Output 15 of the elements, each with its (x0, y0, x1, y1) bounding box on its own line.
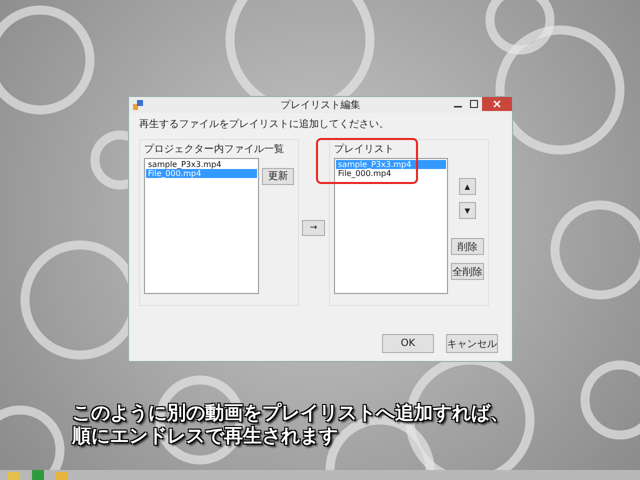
instruction-text: 再生するファイルをプレイリストに追加してください。 (139, 118, 390, 131)
cancel-button[interactable]: キャンセル (446, 334, 498, 353)
ok-button[interactable]: OK (382, 334, 434, 353)
caption-text: このように別の動画をプレイリストへ追加すれば、 順にエンドレスで再生されます (72, 402, 509, 448)
playlist-list[interactable]: sample_P3x3.mp4 File_000.mp4 (334, 158, 448, 294)
delete-all-button[interactable]: 全削除 (450, 263, 484, 280)
delete-button[interactable]: 削除 (450, 238, 484, 255)
group-label: プロジェクター内ファイル一覧 (144, 142, 285, 156)
window-title: プレイリスト編集 (280, 98, 362, 112)
add-button[interactable]: → (302, 220, 325, 236)
group-label: プレイリスト (334, 142, 395, 156)
refresh-button[interactable]: 更新 (262, 168, 294, 184)
list-item[interactable]: File_000.mp4 (336, 169, 446, 178)
file-list[interactable]: sample_P3x3.mp4 File_000.mp4 (144, 158, 259, 294)
list-item[interactable]: sample_P3x3.mp4 (146, 160, 257, 169)
